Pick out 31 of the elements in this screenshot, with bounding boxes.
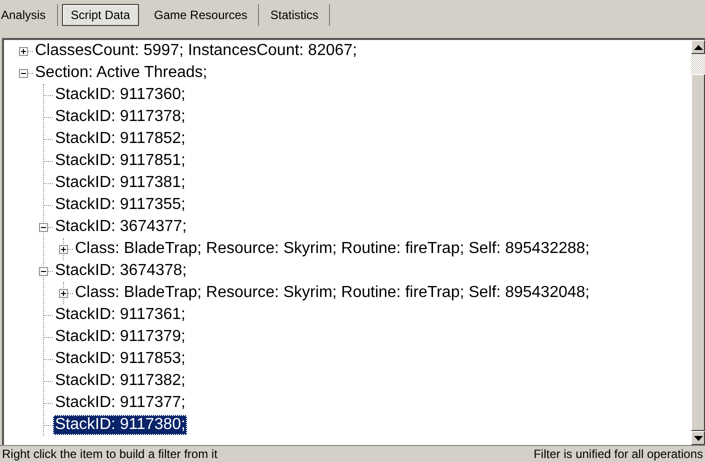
scroll-up-icon[interactable] [691,40,705,54]
tree-item[interactable]: StackID: 9117381; [53,173,188,193]
tree-item[interactable]: StackID: 3674378; [53,261,189,281]
tab[interactable]: Script Data [62,4,140,26]
tree-item[interactable]: ClassesCount: 5997; InstancesCount: 82067; [33,41,359,61]
expand-icon[interactable] [59,244,68,254]
status-text: Right click the item to build a filter from it [2,447,218,461]
tree-item[interactable]: StackID: 9117361; [53,305,188,325]
tree-item[interactable]: StackID: 9117379; [53,327,188,347]
tab[interactable]: Analysis [0,4,58,26]
collapse-icon[interactable] [19,68,28,78]
expand-icon[interactable] [19,46,28,56]
tree-item[interactable]: Section: Active Threads; [33,63,210,83]
tree-item[interactable]: StackID: 9117378; [53,107,188,127]
tree-item[interactable]: StackID: 3674377; [53,217,189,237]
tree-item[interactable]: StackID: 9117380; [53,415,188,435]
tree-item[interactable]: StackID: 9117853; [53,349,188,369]
collapse-icon[interactable] [39,266,48,276]
collapse-icon[interactable] [39,222,48,232]
scroll-down-icon[interactable] [691,431,705,445]
tree-item[interactable]: StackID: 9117852; [53,129,188,149]
tree-item[interactable]: Class: BladeTrap; Resource: Skyrim; Routine: fireTrap; Self: 895432048; [73,283,592,303]
tree-item[interactable]: StackID: 9117355; [53,195,188,215]
tree-item[interactable]: StackID: 9117382; [53,371,188,391]
tree-item[interactable]: StackID: 9117377; [53,393,188,413]
tree-item[interactable]: Class: BladeTrap; Resource: Skyrim; Routine: fireTrap; Self: 895432288; [73,239,592,259]
expand-icon[interactable] [59,288,68,298]
tree-item[interactable]: StackID: 9117360; [53,85,188,105]
tree-item[interactable]: StackID: 9117851; [53,151,188,171]
scroll-thumb[interactable] [691,74,705,431]
status-text: Filter is unified for all operations [534,447,703,461]
